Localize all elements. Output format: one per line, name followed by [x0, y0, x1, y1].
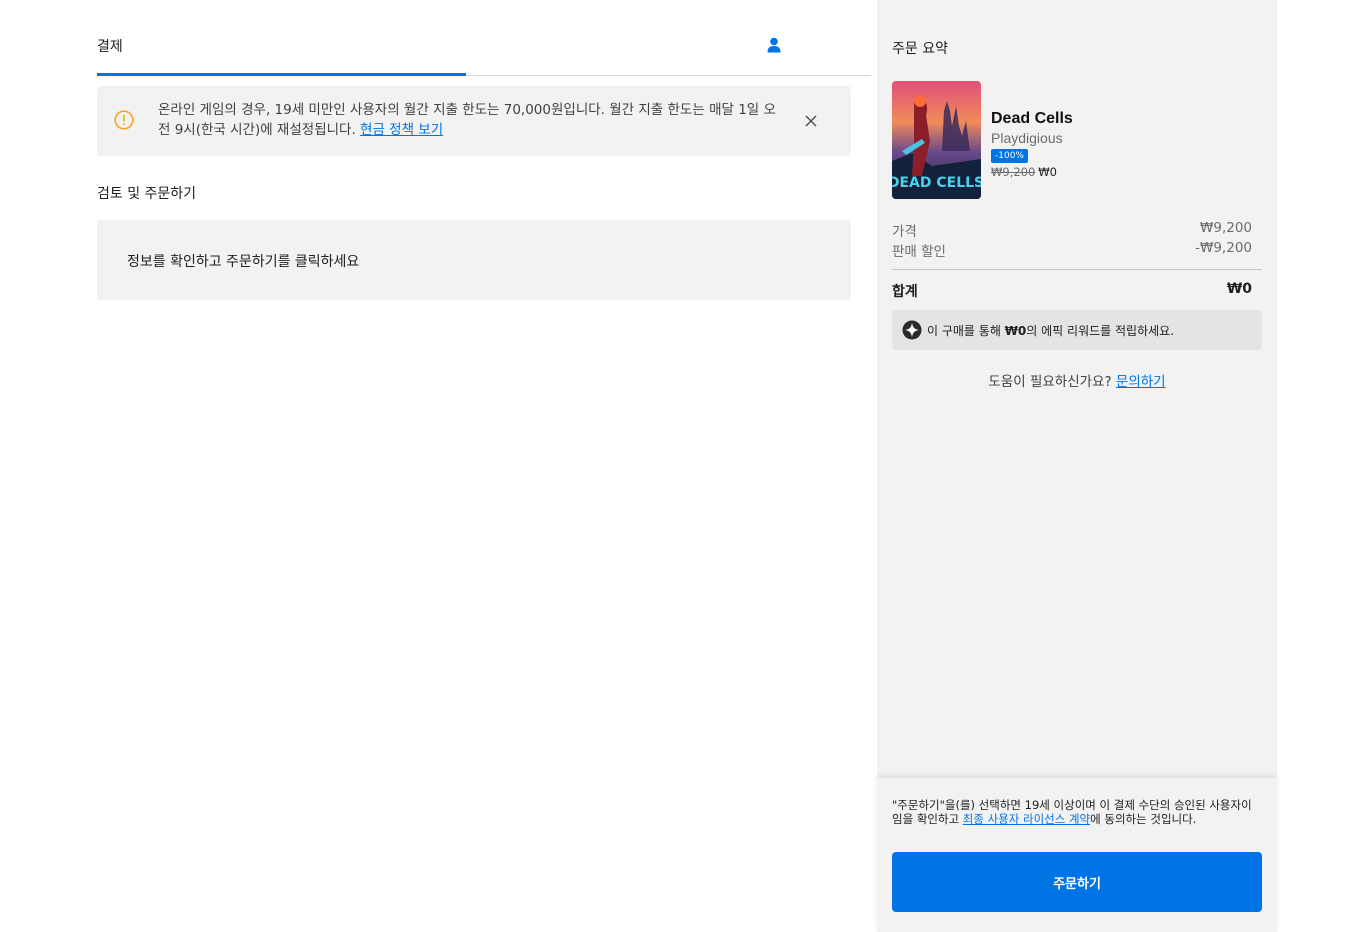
close-icon[interactable] [804, 114, 818, 128]
review-section-title: 검토 및 주문하기 [97, 186, 197, 202]
tab-checkout[interactable]: 결제 [97, 36, 123, 56]
help-section: 도움이 필요하신가요? 문의하기 [877, 370, 1277, 390]
order-footer: "주문하기"을(를) 선택하면 19세 이상이며 이 결제 수단의 승인된 사용… [877, 778, 1277, 932]
sale-discount-label: 판매 할인 [892, 244, 946, 260]
discount-badge: -100% [991, 149, 1028, 163]
help-text: 도움이 필요하신가요? [988, 374, 1116, 390]
tab-active-indicator [97, 73, 466, 76]
sale-discount-value: -₩9,200 [1195, 240, 1252, 256]
rewards-message: 이 구매를 통해 ₩0의 에픽 리워드를 적립하세요. [927, 322, 1174, 339]
warning-icon [114, 110, 134, 130]
rewards-amount: ₩0 [1004, 324, 1027, 338]
product-price: ₩9,200 ₩0 [991, 165, 1057, 179]
cover-title-text: DEAD CELLS [892, 175, 981, 191]
checkout-main: 결제 온라인 게임의 경우, 19세 미만인 사용자의 월간 지출 한도는 70… [0, 0, 877, 932]
cash-policy-link[interactable]: 현금 정책 보기 [360, 122, 443, 138]
review-box: 정보를 확인하고 주문하기를 클릭하세요 [97, 220, 851, 300]
place-order-button[interactable]: 주문하기 [892, 852, 1262, 912]
epic-rewards-icon [902, 320, 922, 340]
notice-text: 온라인 게임의 경우, 19세 미만인 사용자의 월간 지출 한도는 70,00… [158, 102, 776, 138]
game-cover-art: DEAD CELLS [892, 81, 981, 199]
rewards-prefix: 이 구매를 통해 [927, 324, 1005, 338]
game-cover-image: DEAD CELLS [892, 81, 981, 199]
game-publisher: Playdigious [991, 130, 1063, 146]
contact-link[interactable]: 문의하기 [1116, 374, 1166, 390]
checkout-tabs: 결제 [97, 0, 871, 76]
rewards-suffix: 의 에픽 리워드를 적립하세요. [1026, 324, 1175, 338]
game-title: Dead Cells [991, 110, 1073, 127]
order-summary-panel: 주문 요약 DEAD CELLS Dead Cells Playdigious … [877, 0, 1277, 932]
notice-message: 온라인 게임의 경우, 19세 미만인 사용자의 월간 지출 한도는 70,00… [158, 100, 788, 140]
total-label: 합계 [892, 284, 918, 300]
spending-limit-notice: 온라인 게임의 경우, 19세 미만인 사용자의 월간 지출 한도는 70,00… [97, 86, 851, 156]
summary-divider [892, 269, 1262, 270]
price-value: ₩9,200 [1200, 220, 1252, 236]
review-message: 정보를 확인하고 주문하기를 클릭하세요 [127, 254, 360, 270]
user-icon[interactable] [767, 37, 781, 53]
eula-link[interactable]: 최종 사용자 라이선스 계약 [963, 812, 1090, 826]
legal-notice: "주문하기"을(를) 선택하면 19세 이상이며 이 결제 수단의 승인된 사용… [892, 798, 1262, 826]
price-label: 가격 [892, 224, 917, 240]
epic-rewards-box: 이 구매를 통해 ₩0의 에픽 리워드를 적립하세요. [892, 310, 1262, 350]
sale-price: ₩0 [1038, 165, 1057, 179]
total-value: ₩0 [1226, 281, 1252, 297]
original-price: ₩9,200 [991, 165, 1036, 179]
summary-title: 주문 요약 [892, 41, 948, 57]
legal-suffix: 에 동의하는 것입니다. [1090, 812, 1197, 826]
